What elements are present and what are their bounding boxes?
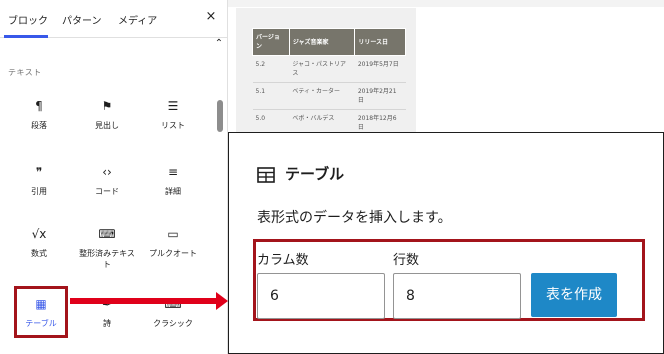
preview-cell: 2019年5月7日 [354, 55, 406, 83]
pullquote-icon: ▭ [167, 227, 179, 241]
preview-cell: 5.2 [252, 55, 290, 83]
preview-cell: 5.1 [252, 82, 290, 110]
table-icon [257, 167, 275, 183]
table-block-highlight [14, 286, 68, 338]
preformatted-icon: ⌨ [98, 227, 116, 241]
paragraph-icon: ¶ [35, 99, 43, 113]
inserter-tabs: ブロック パターン メディア × [0, 0, 227, 38]
block-label: 詳細 [165, 187, 181, 196]
table-row: 5.1 ベティ・カーター 2019年2月21日 [252, 82, 406, 110]
block-preformatted[interactable]: ⌨ 整形済みテキスト [76, 222, 138, 278]
block-label: 見出し [95, 121, 119, 130]
table-row: 5.2 ジャコ・パストリアス 2019年5月7日 [252, 55, 406, 83]
details-icon: ≡ [167, 165, 179, 179]
list-icon: ☰ [167, 99, 179, 113]
inserter-scrollbar[interactable] [217, 100, 223, 132]
create-table-button[interactable]: 表を作成 [531, 273, 617, 317]
bookmark-icon: ⚑ [101, 99, 113, 113]
active-tab-indicator [4, 35, 48, 38]
block-label: 数式 [31, 249, 47, 258]
panel-title: テーブル [285, 165, 345, 183]
preview-header-cell: バージョン [252, 28, 290, 56]
columns-input[interactable]: 6 [257, 273, 385, 319]
block-label: 整形済みテキスト [79, 249, 135, 269]
block-label: プルクオート [149, 249, 197, 258]
block-label: 段落 [31, 121, 47, 130]
rows-input[interactable]: 8 [393, 273, 521, 319]
block-details[interactable]: ≡ 詳細 [142, 160, 204, 216]
editor-top-strip [228, 0, 664, 7]
block-label: 引用 [31, 187, 47, 196]
preview-table: バージョン ジャズ音楽家 リリース日 5.2 ジャコ・パストリアス 2019年5… [252, 28, 406, 137]
close-icon[interactable]: × [204, 10, 218, 24]
block-list[interactable]: ☰ リスト [142, 94, 204, 150]
preview-header-cell: リリース日 [354, 28, 406, 56]
tab-blocks[interactable]: ブロック [8, 12, 48, 27]
tab-patterns[interactable]: パターン [62, 12, 102, 27]
block-paragraph[interactable]: ¶ 段落 [8, 94, 70, 150]
editor-canvas: バージョン ジャズ音楽家 リリース日 5.2 ジャコ・パストリアス 2019年5… [228, 0, 664, 354]
preview-header-cell: ジャズ音楽家 [288, 28, 356, 56]
preview-cell: ジャコ・パストリアス [289, 55, 355, 83]
block-label: リスト [161, 121, 185, 130]
table-preview-card: バージョン ジャズ音楽家 リリース日 5.2 ジャコ・パストリアス 2019年5… [236, 8, 416, 137]
code-icon: ‹› [102, 165, 112, 179]
rows-label: 行数 [393, 253, 420, 268]
block-quote[interactable]: ❞ 引用 [8, 160, 70, 216]
table-block-placeholder: テーブル 表形式のデータを挿入します。 カラム数 6 行数 8 表を作成 [228, 132, 664, 354]
block-label: 詩 [103, 319, 111, 328]
preview-cell: 2019年2月21日 [354, 82, 406, 110]
section-title-text: テキスト [8, 68, 42, 77]
tab-media[interactable]: メディア [118, 12, 157, 27]
preview-header-row: バージョン ジャズ音楽家 リリース日 [252, 28, 406, 56]
block-pullquote[interactable]: ▭ プルクオート [142, 222, 204, 278]
annotation-arrow-head [216, 292, 228, 310]
block-code[interactable]: ‹› コード [76, 160, 138, 216]
annotation-arrow [70, 298, 220, 304]
quote-icon: ❞ [35, 165, 43, 179]
panel-description: 表形式のデータを挿入します。 [257, 210, 452, 226]
block-label: クラシック [153, 319, 193, 328]
preview-cell: ベティ・カーター [289, 82, 355, 110]
block-math[interactable]: √x 数式 [8, 222, 70, 278]
columns-label: カラム数 [257, 253, 309, 268]
block-heading[interactable]: ⚑ 見出し [76, 94, 138, 150]
chevron-up-icon[interactable]: ⌃ [212, 38, 226, 50]
block-label: コード [95, 187, 119, 196]
math-icon: √x [31, 227, 47, 241]
